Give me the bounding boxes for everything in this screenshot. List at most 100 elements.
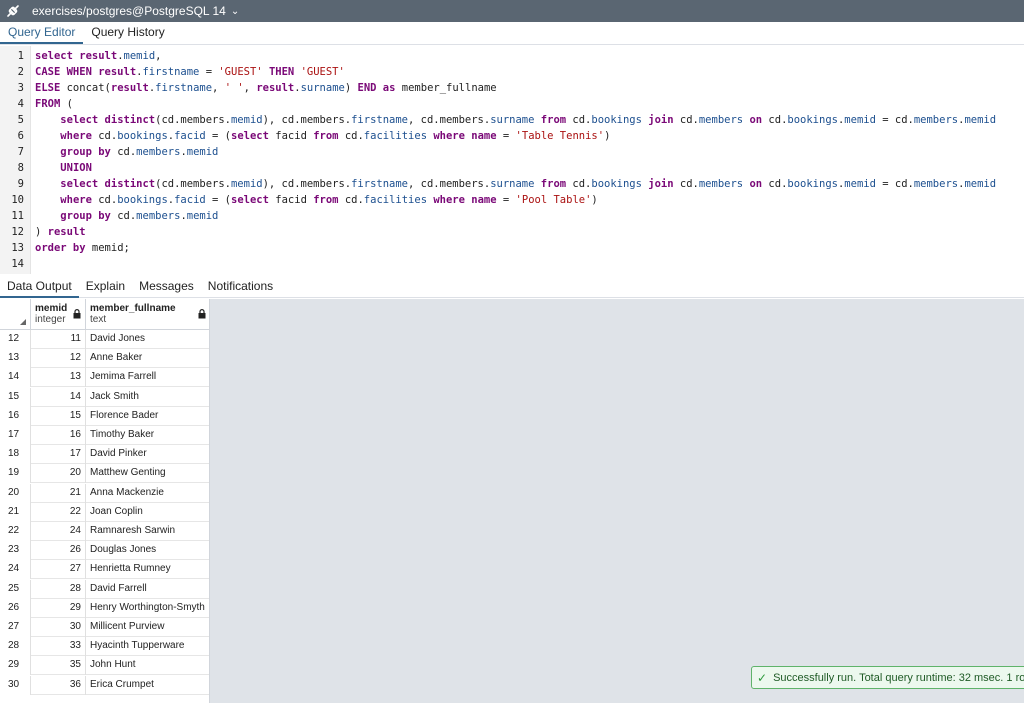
sql-editor[interactable]: 1 2 3 4 5 6 7 8 9 10 11 12 13 14 select result.memid,… [0, 46, 1024, 274]
table-row[interactable]: 28 33 Hyacinth Tupperware [0, 637, 209, 656]
code-token: select distinct [60, 178, 156, 190]
table-row[interactable]: 24 27 Henrietta Rumney [0, 560, 209, 579]
cell-member-fullname[interactable]: Jemima Farrell [86, 368, 209, 387]
cell-memid[interactable]: 29 [31, 599, 86, 618]
code-token: surname [300, 82, 345, 94]
cell-member-fullname[interactable]: John Hunt [86, 656, 209, 675]
code-token: facilities [363, 130, 428, 142]
row-number: 16 [0, 407, 31, 426]
table-row[interactable]: 15 14 Jack Smith [0, 388, 209, 407]
column-header-memid[interactable]: memid integer [31, 299, 86, 330]
code-line[interactable]: ELSE concat(result.firstname, ' ', resul… [35, 82, 497, 94]
table-row[interactable]: 20 21 Anna Mackenzie [0, 484, 209, 503]
table-row[interactable]: 21 22 Joan Coplin [0, 503, 209, 522]
code-token: memid [964, 114, 997, 126]
code-line[interactable]: select distinct(cd.members.memid), cd.me… [35, 114, 996, 126]
cell-member-fullname[interactable]: Henry Worthington-Smyth [86, 599, 209, 618]
connection-title[interactable]: exercises/postgres@PostgreSQL 14 [26, 4, 226, 18]
tab-data-output[interactable]: Data Output [0, 276, 79, 298]
cell-memid[interactable]: 11 [31, 330, 86, 349]
table-row[interactable]: 27 30 Millicent Purview [0, 618, 209, 637]
cell-member-fullname[interactable]: Ramnaresh Sarwin [86, 522, 209, 541]
cell-memid[interactable]: 24 [31, 522, 86, 541]
cell-memid[interactable]: 27 [31, 560, 86, 579]
cell-memid[interactable]: 13 [31, 368, 86, 387]
code-line[interactable]: where cd.bookings.facid = (select facid … [35, 194, 597, 206]
table-row[interactable]: 26 29 Henry Worthington-Smyth [0, 599, 209, 618]
cell-member-fullname[interactable]: David Jones [86, 330, 209, 349]
table-row[interactable]: 13 12 Anne Baker [0, 349, 209, 368]
cell-member-fullname[interactable]: Hyacinth Tupperware [86, 637, 209, 656]
cell-memid[interactable]: 17 [31, 445, 86, 464]
cell-memid[interactable]: 20 [31, 464, 86, 483]
table-row[interactable]: 12 11 David Jones [0, 330, 209, 349]
cell-memid[interactable]: 35 [31, 656, 86, 675]
code-token: 'GUEST' [300, 66, 345, 78]
cell-member-fullname[interactable]: Joan Coplin [86, 503, 209, 522]
result-grid[interactable]: memid integer member_fullname text 1110C… [0, 299, 210, 703]
cell-member-fullname[interactable]: David Pinker [86, 445, 209, 464]
code-line[interactable]: order by memid; [35, 242, 130, 254]
cell-memid[interactable]: 36 [31, 676, 86, 695]
cell-memid[interactable]: 33 [31, 637, 86, 656]
code-line[interactable]: select distinct(cd.members.memid), cd.me… [35, 178, 996, 190]
cell-memid[interactable]: 26 [31, 541, 86, 560]
tab-query-editor[interactable]: Query Editor [0, 21, 84, 44]
cell-memid[interactable]: 28 [31, 580, 86, 599]
code-token: facid [275, 130, 314, 142]
chevron-down-icon[interactable]: ⌄ [231, 6, 239, 17]
cell-member-fullname[interactable]: Millicent Purview [86, 618, 209, 637]
cell-member-fullname[interactable]: Jack Smith [86, 388, 209, 407]
code-line[interactable]: select result.memid, [35, 50, 161, 62]
code-token: 'Pool Table' [515, 194, 592, 206]
code-line[interactable]: ) result [35, 226, 86, 238]
column-type: text [90, 314, 107, 325]
cell-memid[interactable]: 12 [31, 349, 86, 368]
code-line[interactable]: group by cd.members.memid [35, 210, 218, 222]
cell-memid[interactable]: 22 [31, 503, 86, 522]
code-line[interactable]: FROM ( [35, 98, 73, 110]
cell-memid[interactable]: 16 [31, 426, 86, 445]
table-row[interactable]: 23 26 Douglas Jones [0, 541, 209, 560]
code-line[interactable]: CASE WHEN result.firstname = 'GUEST' THE… [35, 66, 345, 78]
cell-memid[interactable]: 14 [31, 388, 86, 407]
column-header-member-fullname[interactable]: member_fullname text [86, 299, 209, 330]
table-row[interactable]: 16 15 Florence Bader [0, 407, 209, 426]
cell-member-fullname[interactable]: Anna Mackenzie [86, 484, 209, 503]
cell-memid[interactable]: 21 [31, 484, 86, 503]
tab-explain[interactable]: Explain [79, 276, 132, 298]
table-row[interactable]: 14 13 Jemima Farrell [0, 368, 209, 387]
cell-member-fullname[interactable]: Florence Bader [86, 407, 209, 426]
select-all-icon[interactable] [20, 319, 26, 325]
code-line[interactable]: UNION [35, 162, 92, 174]
code-token: from [540, 178, 573, 190]
table-row[interactable]: 18 17 David Pinker [0, 445, 209, 464]
table-row[interactable]: 30 36 Erica Crumpet [0, 676, 209, 695]
table-row[interactable]: 22 24 Ramnaresh Sarwin [0, 522, 209, 541]
cell-member-fullname[interactable]: David Farrell [86, 580, 209, 599]
cell-member-fullname[interactable]: Timothy Baker [86, 426, 209, 445]
success-notification[interactable]: ✓ Successfully run. Total query runtime:… [751, 666, 1024, 689]
cell-memid[interactable]: 15 [31, 407, 86, 426]
code-token: FROM [35, 98, 67, 110]
cell-member-fullname[interactable]: Erica Crumpet [86, 676, 209, 695]
code-token: cd. [572, 178, 592, 190]
cell-member-fullname[interactable]: Douglas Jones [86, 541, 209, 560]
tab-messages[interactable]: Messages [132, 276, 201, 298]
cell-member-fullname[interactable]: Matthew Genting [86, 464, 209, 483]
table-row[interactable]: 19 20 Matthew Genting [0, 464, 209, 483]
tab-query-history[interactable]: Query History [83, 21, 172, 44]
code-line[interactable]: group by cd.members.memid [35, 146, 218, 158]
tab-notifications[interactable]: Notifications [201, 276, 280, 298]
code-line[interactable]: where cd.bookings.facid = (select facid … [35, 130, 610, 142]
table-row[interactable]: 17 16 Timothy Baker [0, 426, 209, 445]
cell-member-fullname[interactable]: Henrietta Rumney [86, 560, 209, 579]
table-row[interactable]: 25 28 David Farrell [0, 580, 209, 599]
connection-icon[interactable] [0, 0, 26, 22]
row-number-header[interactable] [0, 299, 31, 330]
table-row[interactable]: 29 35 John Hunt [0, 656, 209, 675]
cell-member-fullname[interactable]: Anne Baker [86, 349, 209, 368]
code-token: group by [60, 146, 118, 158]
cell-memid[interactable]: 30 [31, 618, 86, 637]
